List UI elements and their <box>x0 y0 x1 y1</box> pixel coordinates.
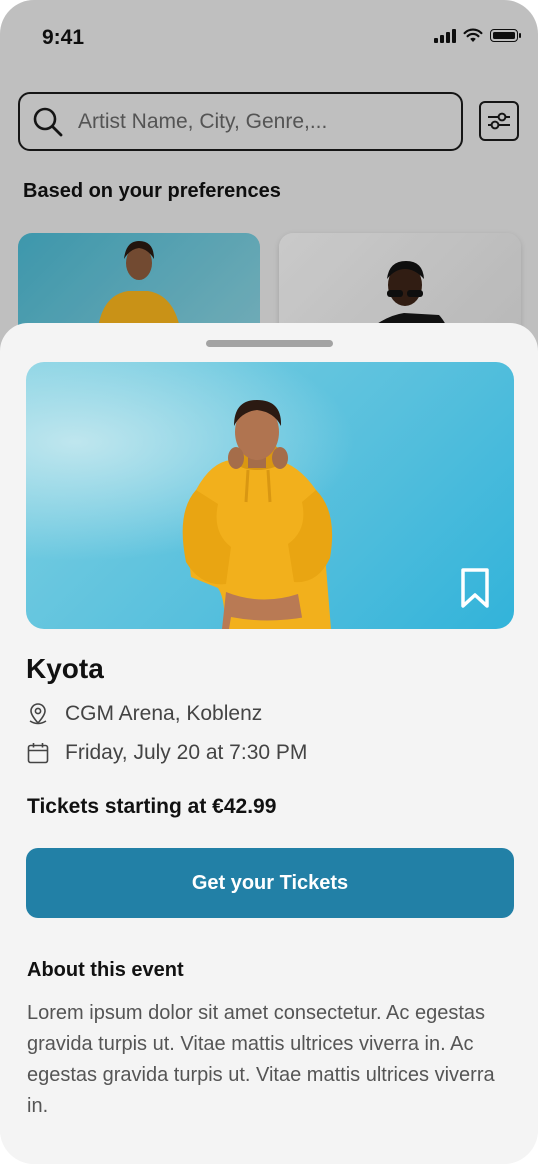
event-location: CGM Arena, Koblenz <box>26 702 262 726</box>
event-date: Friday, July 20 at 7:30 PM <box>26 741 307 765</box>
map-pin-icon <box>29 703 47 725</box>
bookmark-icon[interactable] <box>460 567 490 609</box>
calendar-icon <box>27 743 49 764</box>
background-overlay[interactable] <box>0 0 538 360</box>
venue-text: CGM Arena, Koblenz <box>65 702 263 725</box>
get-tickets-button[interactable]: Get your Tickets <box>26 848 514 918</box>
sheet-handle[interactable] <box>206 340 333 347</box>
about-description: Lorem ipsum dolor sit amet consectetur. … <box>27 1002 495 1117</box>
event-detail-sheet: Kyota CGM Arena, Koblenz Friday, July 20… <box>0 323 538 1164</box>
ticket-price: Tickets starting at €42.99 <box>27 795 277 818</box>
phone-screen: 9:41 Artist Name, City, Genre,... Based … <box>0 0 538 1164</box>
artist-photo <box>182 400 333 629</box>
event-title: Kyota <box>26 653 104 684</box>
event-hero-image <box>26 362 514 629</box>
datetime-text: Friday, July 20 at 7:30 PM <box>65 741 308 764</box>
about-title: About this event <box>27 959 184 981</box>
